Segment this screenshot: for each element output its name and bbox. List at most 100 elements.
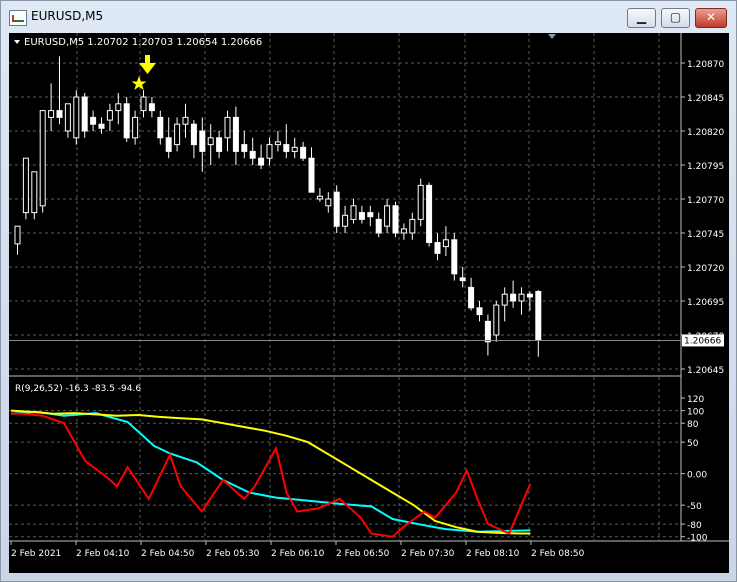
chart-window: EURUSD,M5 ▁ ▢ ✕ EURUSD,M5 1.20702 1.2070… [0,0,737,582]
candle [140,90,147,118]
candle-body [316,195,323,200]
price-tick-label: 1.20820 [687,128,724,138]
candle-body [123,103,130,139]
candle-body [417,184,424,220]
time-tick-label: 2 Feb 05:30 [206,549,260,559]
candle [224,110,231,152]
candle-body [207,137,214,146]
candle [535,290,542,357]
candle-body [358,212,365,220]
candle [518,287,525,315]
candle [123,97,130,142]
candle-body [308,157,315,193]
candle [199,117,206,172]
indicator-tick-label: 120 [687,395,704,405]
time-tick-label: 2 Feb 07:30 [401,549,455,559]
candle [207,124,214,165]
candle-body [442,239,449,248]
candle [157,110,164,145]
candle [249,137,256,165]
price-tick-label: 1.20845 [687,94,724,104]
candle-body [90,116,97,125]
candle-body [157,116,164,139]
candle-body [400,228,407,234]
time-tick-label: 2 Feb 06:10 [271,549,325,559]
close-button[interactable]: ✕ [695,8,727,28]
chart-canvas[interactable]: EURUSD,M5 1.20702 1.20703 1.20654 1.2066… [9,33,729,573]
candle [308,147,315,193]
candle [165,117,172,159]
candle-body [459,277,466,282]
maximize-icon: ▢ [669,10,682,24]
candle [333,185,340,233]
candle [384,199,391,233]
candle-body [484,320,491,343]
candle-body [409,218,416,234]
minimize-button[interactable]: ▁ [627,8,656,28]
maximize-button[interactable]: ▢ [661,8,690,28]
candle-body [73,96,80,139]
candle-body [232,116,239,152]
price-tick-label: 1.20645 [687,366,724,376]
candle [325,192,332,213]
candle [367,205,374,227]
candle-body [510,293,517,302]
candle [232,106,239,165]
candlestick-series [14,56,542,357]
candle [342,205,349,233]
candle [115,92,122,125]
candle-body [518,293,525,302]
candle-body [325,198,332,207]
candle-body [39,110,46,207]
candle-body [64,103,71,132]
candle [476,301,483,322]
candle-body [526,293,533,298]
indicator-line-mid [10,410,531,533]
candle-body [140,96,147,112]
time-tick-label: 2 Feb 08:50 [531,549,585,559]
indicator-axis: 120 100 80 50 0.00 -50 -80 -100 [681,395,708,544]
price-axis: 1.20870 1.20845 1.20820 1.20795 1.20770 1.207… [681,60,724,376]
candle-body [182,116,189,125]
candle-body [291,146,298,152]
candle [190,120,197,159]
chart-window-icon [9,10,27,26]
candle [31,171,38,220]
candle-body [115,103,122,112]
candle-body [22,157,29,214]
candle-body [342,214,349,227]
price-tick-label: 1.20695 [687,298,724,308]
candle [400,223,407,240]
indicator-tick-label: 100 [687,408,704,418]
candle-body [148,103,155,112]
candle [148,97,155,118]
title-bar[interactable]: EURUSD,M5 ▁ ▢ ✕ [1,1,736,33]
price-tick-label: 1.20745 [687,230,724,240]
indicator-header: R(9,26,52) -16.3 -83.5 -94.6 [15,384,141,394]
candle [510,280,517,308]
candle [258,144,265,170]
candle-body [266,144,273,159]
price-tick-label: 1.20795 [687,162,724,172]
candle-body [174,123,181,146]
candle-body [333,191,340,227]
chart-shift-icon[interactable] [548,34,556,39]
candle-body [31,171,38,214]
candle [392,201,399,238]
candle [409,212,416,240]
candle-body [375,218,382,234]
candle [283,124,290,159]
indicator-tick-label: 0.00 [687,471,707,481]
candle-body [249,150,256,159]
window-title: EURUSD,M5 [31,9,104,23]
candle [216,131,223,159]
time-tick-label: 2 Feb 04:50 [141,549,195,559]
candle [48,83,55,131]
candle [182,103,189,138]
candle [459,267,466,288]
chart-menu-triangle-icon[interactable] [14,40,20,44]
candle-body [241,144,248,152]
candle [434,233,441,261]
chart-area[interactable]: EURUSD,M5 1.20702 1.20703 1.20654 1.2066… [9,33,729,573]
candle-body [132,116,139,139]
